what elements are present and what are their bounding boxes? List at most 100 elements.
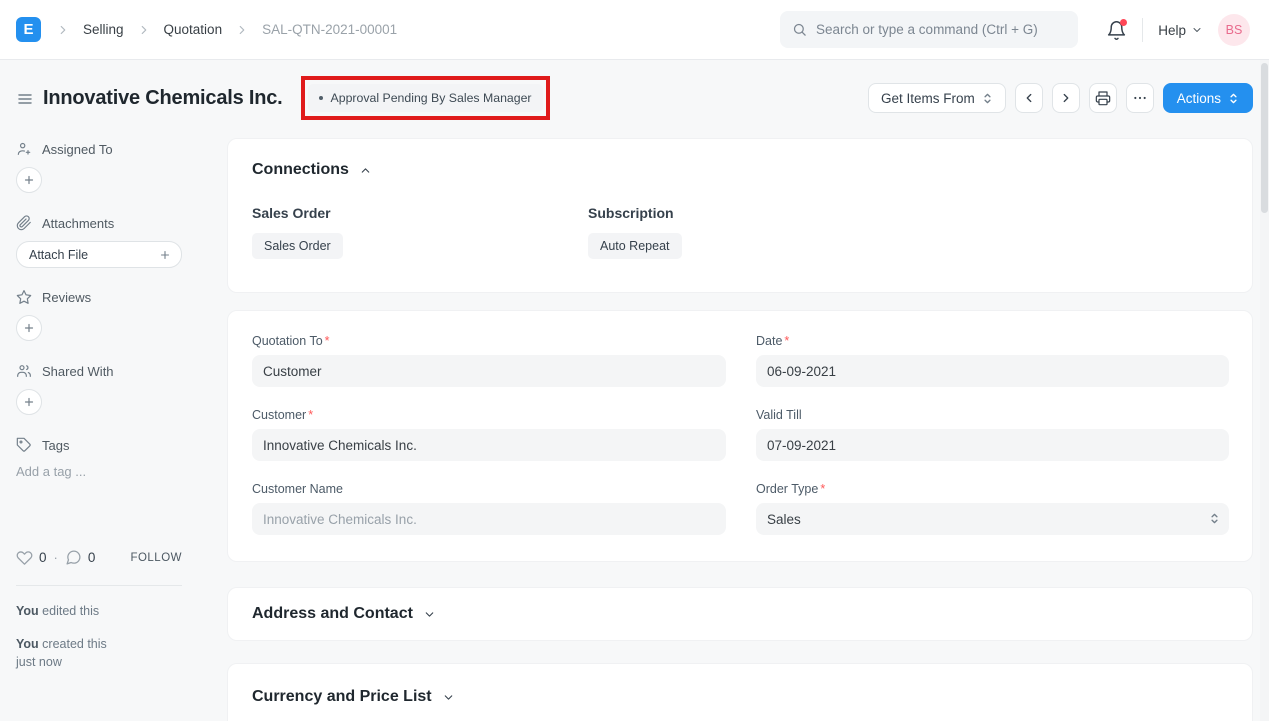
notifications-bell-icon[interactable] [1106, 20, 1127, 41]
follow-button[interactable]: FOLLOW [130, 552, 182, 564]
connection-group-subscription: Subscription Auto Repeat [588, 205, 682, 259]
attachments-section: Attachments [16, 215, 114, 231]
status-dot [319, 96, 323, 100]
form-sidebar: Assigned To Attachments Attach File Revi… [16, 136, 182, 711]
order-type-select[interactable]: Sales [756, 503, 1229, 535]
page-title: Innovative Chemicals Inc. [43, 87, 283, 110]
address-contact-title: Address and Contact [252, 605, 413, 623]
help-menu[interactable]: Help [1158, 23, 1203, 38]
scrollbar-thumb[interactable] [1261, 63, 1268, 213]
actions-label: Actions [1177, 91, 1221, 106]
tag-icon [16, 437, 32, 453]
field-label: Valid Till [756, 408, 1229, 422]
details-section: Quotation To* Customer Customer* Innovat… [227, 310, 1253, 562]
connections-toggle[interactable]: Connections [252, 161, 372, 179]
sidebar-divider [16, 585, 182, 586]
tags-label: Tags [42, 438, 69, 453]
activity-created: You created this just now [16, 635, 107, 671]
activity-user: You [16, 604, 39, 618]
next-document-button[interactable] [1052, 83, 1080, 113]
comment-icon[interactable] [65, 549, 82, 566]
sidebar-toggle-icon[interactable] [16, 91, 34, 107]
status-badge: Approval Pending By Sales Manager [308, 84, 543, 112]
add-review-button[interactable] [16, 315, 42, 341]
attachments-label: Attachments [42, 216, 114, 231]
breadcrumb-selling[interactable]: Selling [83, 22, 124, 37]
customer-field: Customer* Innovative Chemicals Inc. [252, 408, 726, 461]
connection-link-sales-order[interactable]: Sales Order [252, 233, 343, 259]
select-chevrons-icon [1209, 511, 1220, 526]
add-tag-input[interactable]: Add a tag ... [16, 464, 86, 479]
field-label: Order Type* [756, 482, 1229, 496]
address-contact-section[interactable]: Address and Contact [227, 587, 1253, 641]
field-label: Quotation To* [252, 334, 726, 348]
activity-time: just now [16, 655, 62, 669]
breadcrumb-document-id[interactable]: SAL-QTN-2021-00001 [262, 22, 397, 37]
activity-user: You [16, 637, 39, 651]
field-label: Customer* [252, 408, 726, 422]
form-column-right: Date* 06-09-2021 Valid Till 07-09-2021 O… [756, 334, 1229, 556]
print-button[interactable] [1089, 83, 1117, 113]
shared-with-section: Shared With [16, 363, 114, 379]
notification-dot [1120, 19, 1127, 26]
add-share-button[interactable] [16, 389, 42, 415]
label-text: Customer Name [252, 482, 343, 496]
shared-with-label: Shared With [42, 364, 114, 379]
label-text: Date [756, 334, 782, 348]
select-chevrons-icon [982, 92, 993, 105]
label-text: Order Type [756, 482, 818, 496]
page-scrollbar [1260, 60, 1269, 721]
document-social-row: 0 · 0 FOLLOW [16, 549, 182, 566]
required-asterisk: * [325, 334, 330, 348]
chevron-down-icon [442, 691, 455, 704]
date-field: Date* 06-09-2021 [756, 334, 1229, 387]
chevron-right-icon [56, 23, 70, 37]
get-items-from-button[interactable]: Get Items From [868, 83, 1006, 113]
connection-link-auto-repeat[interactable]: Auto Repeat [588, 233, 682, 259]
app-logo[interactable]: E [16, 17, 41, 42]
breadcrumb-quotation[interactable]: Quotation [164, 22, 223, 37]
separator: · [54, 550, 58, 565]
quotation-to-input[interactable]: Customer [252, 355, 726, 387]
currency-price-list-section[interactable]: Currency and Price List [227, 663, 1253, 721]
page-actions: Get Items From [868, 83, 1253, 113]
previous-document-button[interactable] [1015, 83, 1043, 113]
valid-till-input[interactable]: 07-09-2021 [756, 429, 1229, 461]
global-search [780, 11, 1078, 48]
quotation-to-field: Quotation To* Customer [252, 334, 726, 387]
chevron-down-icon [1191, 24, 1203, 36]
plus-icon [159, 249, 171, 261]
required-asterisk: * [784, 334, 789, 348]
chevron-right-icon [137, 23, 151, 37]
address-contact-toggle: Address and Contact [252, 605, 436, 623]
actions-button[interactable]: Actions [1163, 83, 1253, 113]
add-assignment-button[interactable] [16, 167, 42, 193]
navbar-right: Help BS [1106, 0, 1250, 60]
menu-button[interactable] [1126, 83, 1154, 113]
user-avatar[interactable]: BS [1218, 14, 1250, 46]
chevron-right-icon [235, 23, 249, 37]
order-type-field: Order Type* Sales [756, 482, 1229, 535]
customer-name-input: Innovative Chemicals Inc. [252, 503, 726, 535]
field-label: Customer Name [252, 482, 726, 496]
activity-action: edited this [39, 604, 99, 618]
customer-name-field: Customer Name Innovative Chemicals Inc. [252, 482, 726, 535]
red-annotation-box: Approval Pending By Sales Manager [301, 76, 550, 120]
heart-icon[interactable] [16, 549, 33, 566]
assigned-to-label: Assigned To [42, 142, 113, 157]
activity-action: created this [39, 637, 107, 651]
attach-file-button[interactable]: Attach File [16, 241, 182, 268]
connections-section: Connections Sales Order Sales Order Subs… [227, 138, 1253, 293]
reviews-label: Reviews [42, 290, 91, 305]
customer-input[interactable]: Innovative Chemicals Inc. [252, 429, 726, 461]
users-icon [16, 363, 32, 379]
form-body: Connections Sales Order Sales Order Subs… [227, 138, 1253, 721]
assigned-to-section: Assigned To [16, 141, 113, 157]
select-chevrons-icon [1228, 92, 1239, 105]
search-input[interactable] [816, 22, 1066, 37]
star-icon [16, 289, 32, 305]
avatar-initials: BS [1226, 23, 1243, 37]
label-text: Customer [252, 408, 306, 422]
get-items-from-label: Get Items From [881, 91, 975, 106]
date-input[interactable]: 06-09-2021 [756, 355, 1229, 387]
